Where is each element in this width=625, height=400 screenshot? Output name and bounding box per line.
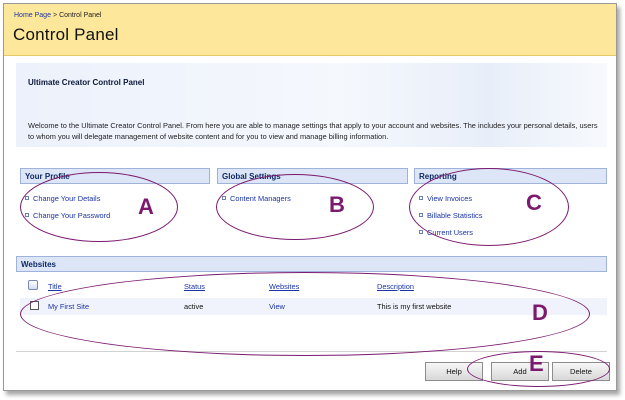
link-label: Current Users xyxy=(427,228,473,237)
help-button[interactable]: Help xyxy=(425,362,483,381)
section-header-websites: Websites xyxy=(16,256,607,272)
app-window: Home Page > Control Panel Control Panel Ul… xyxy=(3,3,617,391)
link-change-details[interactable]: Change Your Details xyxy=(25,194,100,203)
breadcrumb-home-link[interactable]: Home Page xyxy=(14,12,51,19)
bullet-icon xyxy=(419,196,423,200)
row-checkbox[interactable] xyxy=(30,301,39,310)
link-label: Content Managers xyxy=(230,194,291,203)
link-view-invoices[interactable]: View Invoices xyxy=(419,194,472,203)
bullet-icon xyxy=(222,196,226,200)
link-label: Billable Statistics xyxy=(427,211,483,220)
column-header-websites[interactable]: Websites xyxy=(269,282,299,291)
annotation-label-b: B xyxy=(329,192,345,217)
breadcrumb-current: Control Panel xyxy=(59,12,102,19)
bullet-icon xyxy=(419,213,423,217)
intro-panel: Ultimate Creator Control Panel Welcome t… xyxy=(16,63,607,147)
bullet-icon xyxy=(419,230,423,234)
link-change-password[interactable]: Change Your Password xyxy=(25,211,110,220)
link-label: Change Your Password xyxy=(33,211,111,220)
bullet-icon xyxy=(25,196,29,200)
link-billable-statistics[interactable]: Billable Statistics xyxy=(419,211,482,220)
link-label: Change Your Details xyxy=(33,194,101,203)
annotation-label-e: E xyxy=(529,351,544,376)
site-title-link[interactable]: My First Site xyxy=(48,302,89,311)
bullet-icon xyxy=(25,213,29,217)
section-header-global: Global Settings xyxy=(217,168,408,184)
annotation-label-c: C xyxy=(526,190,542,215)
annotation-label-a: A xyxy=(138,194,154,219)
column-header-title[interactable]: Title xyxy=(48,282,62,291)
column-header-status[interactable]: Status xyxy=(184,282,205,291)
section-header-profile: Your Profile xyxy=(20,168,210,184)
site-status: active xyxy=(184,302,204,311)
intro-title: Ultimate Creator Control Panel xyxy=(28,78,145,87)
header-bar: Home Page > Control Panel Control Panel xyxy=(4,4,616,56)
section-header-reporting: Reporting xyxy=(414,168,607,184)
select-all-icon[interactable] xyxy=(28,280,38,290)
column-header-description[interactable]: Description xyxy=(377,282,414,291)
page-title: Control Panel xyxy=(13,25,119,44)
breadcrumb: Home Page > Control Panel xyxy=(14,12,101,19)
annotation-label-d: D xyxy=(532,300,548,325)
breadcrumb-separator: > xyxy=(52,12,58,19)
site-description: This is my first website xyxy=(377,302,452,311)
site-view-link[interactable]: View xyxy=(269,302,285,311)
link-label: View Invoices xyxy=(427,194,473,203)
table-row xyxy=(20,298,607,315)
link-content-managers[interactable]: Content Managers xyxy=(222,194,291,203)
link-current-users[interactable]: Current Users xyxy=(419,228,473,237)
delete-button[interactable]: Delete xyxy=(552,362,610,381)
divider xyxy=(16,351,607,352)
intro-text: Welcome to the Ultimate Creator Control … xyxy=(28,121,598,141)
